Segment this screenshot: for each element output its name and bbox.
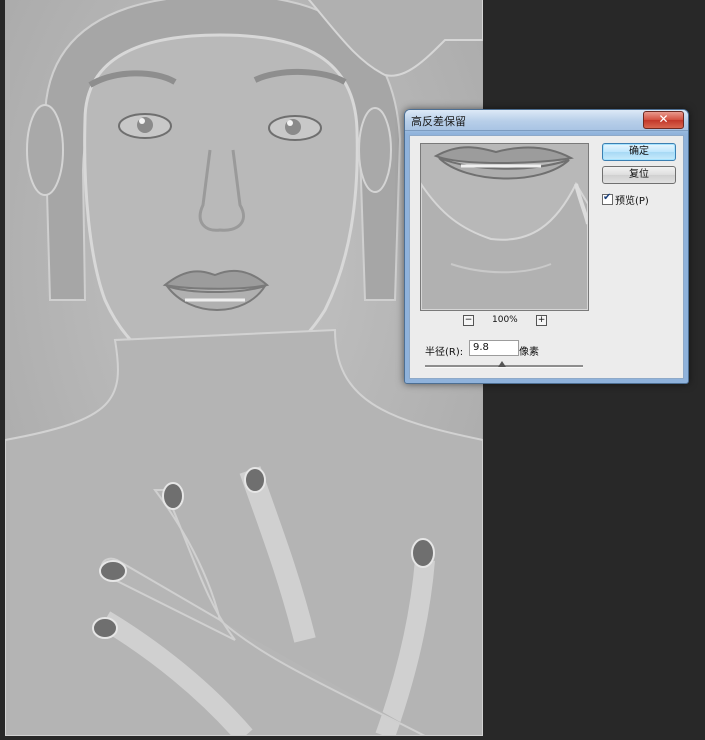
preview-label: 预览(P) [615,196,649,207]
check-icon: ✔ [603,192,612,203]
dialog-titlebar[interactable]: 高反差保留 ✕ [405,110,688,131]
zoom-in-button[interactable]: + [536,315,547,326]
dialog-body: − 100% + 确定 复位 ✔ 预览(P) 半径(R): 9.8 像素 [409,135,684,379]
ok-button[interactable]: 确定 [602,143,676,161]
dialog-title: 高反差保留 [411,115,466,128]
radius-slider-thumb[interactable] [498,361,507,367]
radius-input[interactable]: 9.8 [469,340,519,356]
zoom-level: 100% [492,315,518,325]
filter-preview[interactable] [420,143,589,311]
zoom-out-button[interactable]: − [463,315,474,326]
close-button[interactable]: ✕ [643,111,684,129]
close-icon: ✕ [658,112,669,126]
preview-image [421,144,588,310]
zoom-controls: − 100% + [420,314,589,328]
preview-checkbox[interactable]: ✔ [602,192,613,205]
radius-unit: 像素 [519,347,539,358]
minus-icon: − [464,315,473,325]
high-pass-dialog: 高反差保留 ✕ − 100% + 确定 复位 ✔ 预览(P) 半径(R): 9.… [404,109,689,384]
radius-label: 半径(R): [425,347,464,358]
preview-checkbox-row[interactable]: ✔ 预览(P) [602,192,649,207]
plus-icon: + [537,315,546,325]
reset-button[interactable]: 复位 [602,166,676,184]
